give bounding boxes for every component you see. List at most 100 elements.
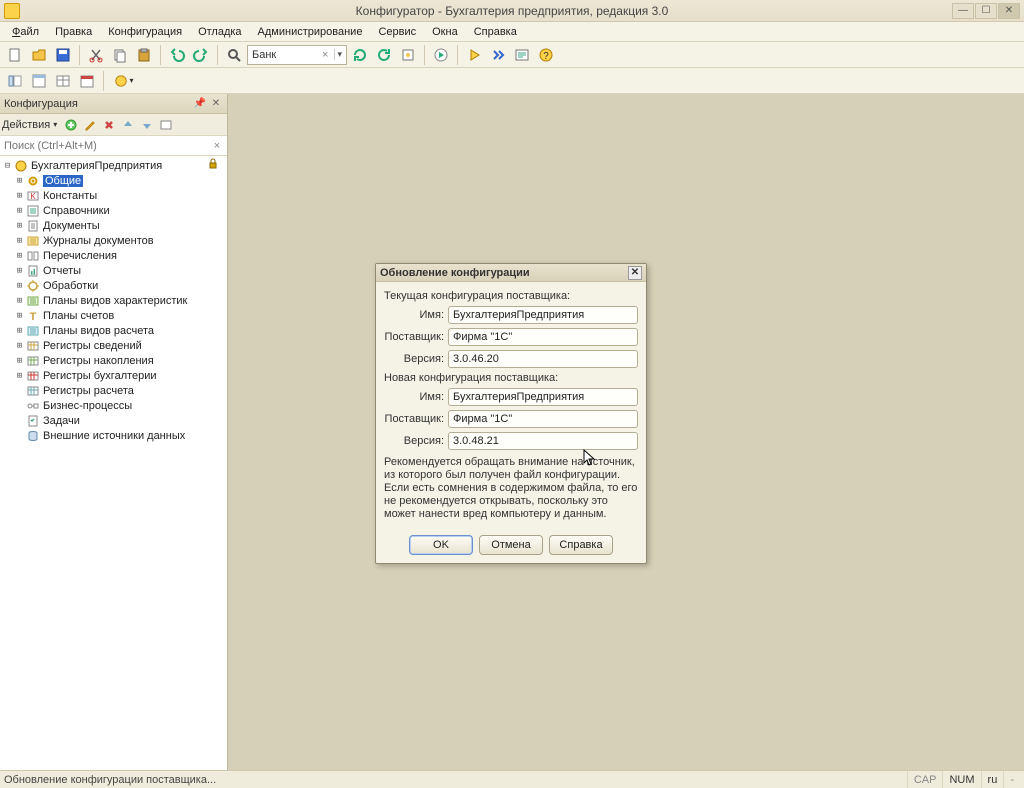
sort-button[interactable] [157,116,175,134]
cut-button[interactable] [85,44,107,66]
search-combo[interactable]: Банк × ▾ [247,45,347,65]
help-button[interactable]: Справка [549,535,613,555]
tree-item[interactable]: ⊞Планы видов расчета [0,323,227,338]
move-up-button[interactable] [119,116,137,134]
tree-item[interactable]: ⊞Регистры сведений [0,338,227,353]
refresh-alt-button[interactable] [373,44,395,66]
delete-button[interactable] [100,116,118,134]
edit-button[interactable] [81,116,99,134]
tree-label: Бизнес-процессы [43,400,132,412]
dialog-title-bar[interactable]: Обновление конфигурации ✕ [376,264,646,282]
tree-item[interactable]: ⊞Отчеты [0,263,227,278]
debug-start-button[interactable] [463,44,485,66]
1c-enterprise-button[interactable]: ▾ [109,70,139,92]
expand-icon[interactable]: ⊞ [14,296,25,306]
dialog-buttons: OK Отмена Справка [384,531,638,555]
menu-windows[interactable]: Окна [424,24,466,40]
status-num: NUM [942,771,980,788]
new-version-field[interactable]: 3.0.48.21 [448,432,638,450]
search-input[interactable] [2,138,209,154]
expand-icon[interactable]: ⊞ [14,191,25,201]
current-vendor-field[interactable]: Фирма "1С" [448,328,638,346]
expand-icon[interactable]: ⊞ [14,356,25,366]
help-button[interactable]: ? [535,44,557,66]
menu-help[interactable]: Справка [466,24,525,40]
expand-icon[interactable]: ⊞ [14,371,25,381]
tree-item[interactable]: ⊞TПланы счетов [0,308,227,323]
run-button[interactable] [430,44,452,66]
undo-button[interactable] [166,44,188,66]
menu-edit[interactable]: Правка [47,24,100,40]
save-button[interactable] [52,44,74,66]
search-clear-icon[interactable]: × [209,140,225,152]
close-button[interactable]: ✕ [998,3,1020,19]
expand-icon[interactable]: ⊞ [14,176,25,186]
chevron-down-icon[interactable]: ▾ [53,120,57,129]
expand-icon[interactable]: ⊞ [14,281,25,291]
expand-icon[interactable]: ⊞ [14,251,25,261]
menu-admin[interactable]: Администрирование [250,24,371,40]
table-button[interactable] [52,70,74,92]
tree-item[interactable]: ⊞Перечисления [0,248,227,263]
dialog-close-button[interactable]: ✕ [628,266,642,280]
actions-label[interactable]: Действия [2,119,50,131]
expand-icon[interactable]: ⊞ [14,206,25,216]
search-clear-icon[interactable]: × [320,49,330,61]
expand-icon[interactable]: ⊞ [14,311,25,321]
expand-icon[interactable]: ⊞ [14,221,25,231]
expand-icon[interactable]: ⊞ [14,236,25,246]
find-button[interactable] [223,44,245,66]
cancel-button[interactable]: Отмена [479,535,543,555]
tree-root[interactable]: ⊟БухгалтерияПредприятия [0,158,227,173]
tree-item[interactable]: Задачи [0,413,227,428]
copy-button[interactable] [109,44,131,66]
dropdown-icon[interactable]: ▾ [334,49,342,60]
current-name-field[interactable]: БухгалтерияПредприятия [448,306,638,324]
refresh-button[interactable] [349,44,371,66]
menu-file[interactable]: Файл [4,24,47,40]
maximize-button[interactable]: ☐ [975,3,997,19]
move-down-button[interactable] [138,116,156,134]
calendar-button[interactable] [76,70,98,92]
tree-item[interactable]: ⊞Общие [0,173,227,188]
current-version-field[interactable]: 3.0.46.20 [448,350,638,368]
pin-icon[interactable]: 📌 [193,97,207,111]
form-button[interactable] [28,70,50,92]
expand-icon[interactable]: ⊞ [14,326,25,336]
debug-step-button[interactable] [487,44,509,66]
expand-icon[interactable]: ⊟ [2,161,13,171]
tree-item[interactable]: ⊞Регистры накопления [0,353,227,368]
configuration-tree[interactable]: ⊟БухгалтерияПредприятия⊞Общие⊞KКонстанты… [0,156,227,770]
window-controls: — ☐ ✕ [952,3,1020,19]
minimize-button[interactable]: — [952,3,974,19]
new-vendor-field[interactable]: Фирма "1С" [448,410,638,428]
new-name-field[interactable]: БухгалтерияПредприятия [448,388,638,406]
tree-item[interactable]: ⊞KКонстанты [0,188,227,203]
add-button[interactable] [62,116,80,134]
paste-button[interactable] [133,44,155,66]
redo-button[interactable] [190,44,212,66]
tree-item[interactable]: Регистры расчета [0,383,227,398]
panel-close-icon[interactable]: ✕ [209,97,223,111]
config-button[interactable] [397,44,419,66]
open-button[interactable] [28,44,50,66]
expand-icon[interactable]: ⊞ [14,266,25,276]
menu-debug[interactable]: Отладка [190,24,249,40]
tree-item[interactable]: ⊞Документы [0,218,227,233]
tree-item[interactable]: ⊞Обработки [0,278,227,293]
tree-item[interactable]: ⊞Журналы документов [0,233,227,248]
menu-service[interactable]: Сервис [370,24,424,40]
svg-text:T: T [30,311,37,323]
expand-icon[interactable]: ⊞ [14,341,25,351]
syntax-check-button[interactable] [511,44,533,66]
tree-item[interactable]: Внешние источники данных [0,428,227,443]
ok-button[interactable]: OK [409,535,473,555]
tree-item[interactable]: Бизнес-процессы [0,398,227,413]
toggle-panel-button[interactable] [4,70,26,92]
new-button[interactable] [4,44,26,66]
tree-item[interactable]: ⊞Справочники [0,203,227,218]
name-label: Имя: [384,309,448,321]
tree-item[interactable]: ⊞Планы видов характеристик [0,293,227,308]
tree-item[interactable]: ⊞Регистры бухгалтерии [0,368,227,383]
menu-config[interactable]: Конфигурация [100,24,190,40]
